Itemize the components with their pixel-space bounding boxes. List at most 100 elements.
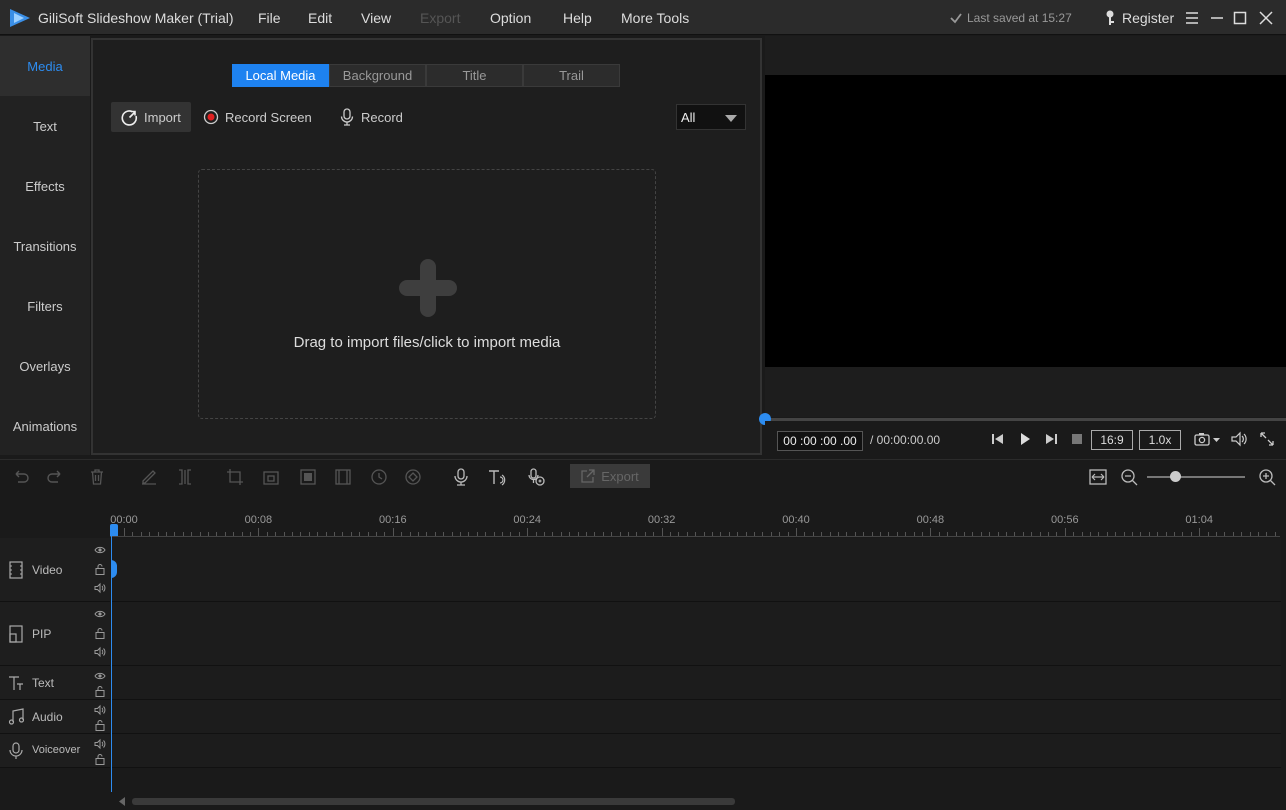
record-screen-button[interactable]: Record Screen xyxy=(203,102,312,132)
track-header-audio[interactable]: Audio xyxy=(0,700,110,734)
lock-icon[interactable] xyxy=(94,753,106,765)
sidebar-item-text[interactable]: Text xyxy=(0,96,90,156)
voiceover-record-icon[interactable] xyxy=(452,468,470,486)
speaker-icon[interactable] xyxy=(94,582,106,594)
player-controls: 00 :00 :00 .00 / 00:00:00.00 16:9 1.0x xyxy=(765,421,1286,455)
mosaic-icon[interactable] xyxy=(299,468,317,486)
zoom-out-icon[interactable] xyxy=(1120,468,1138,486)
speaker-icon[interactable] xyxy=(94,738,106,750)
next-frame-icon[interactable] xyxy=(1044,429,1058,449)
menu-file[interactable]: File xyxy=(258,10,281,26)
sidebar-item-overlays[interactable]: Overlays xyxy=(0,336,90,396)
speaker-icon[interactable] xyxy=(94,646,106,658)
track-lane-text[interactable] xyxy=(111,666,1281,700)
track-lane-pip[interactable] xyxy=(111,602,1281,666)
previous-frame-icon[interactable] xyxy=(991,429,1005,449)
sidebar-item-media[interactable]: Media xyxy=(0,36,90,96)
keyframe-icon[interactable] xyxy=(404,468,422,486)
fit-timeline-icon[interactable] xyxy=(1089,468,1107,486)
plus-icon xyxy=(399,259,457,317)
lock-icon[interactable] xyxy=(94,627,106,639)
zoom-in-icon[interactable] xyxy=(1258,468,1276,486)
import-button[interactable]: Import xyxy=(111,102,191,132)
aspect-ratio-button[interactable]: 16:9 xyxy=(1091,430,1133,450)
scrollbar-thumb[interactable] xyxy=(132,798,735,805)
volume-icon[interactable] xyxy=(1231,429,1247,449)
menu-option[interactable]: Option xyxy=(490,10,531,26)
menu-icon[interactable] xyxy=(1185,11,1199,25)
app-window: GiliSoft Slideshow Maker (Trial) File Ed… xyxy=(0,0,1286,810)
letterbox-icon[interactable] xyxy=(334,468,352,486)
media-filter-select[interactable]: All xyxy=(676,104,746,130)
menu-help[interactable]: Help xyxy=(563,10,592,26)
text-to-speech-icon[interactable] xyxy=(488,468,506,486)
eye-icon[interactable] xyxy=(94,544,106,556)
sidebar-item-transitions[interactable]: Transitions xyxy=(0,216,90,276)
lock-icon[interactable] xyxy=(94,719,106,731)
ruler-tick xyxy=(124,528,125,536)
ruler-tick xyxy=(1199,528,1201,536)
speech-to-text-icon[interactable] xyxy=(528,468,546,486)
track-header-pip[interactable]: PIP xyxy=(0,602,110,666)
fullscreen-icon[interactable] xyxy=(1259,429,1275,449)
timeline-ruler[interactable]: 00:00 00:08 00:16 00:24 00:32 00:40 00:48 00:56… xyxy=(110,510,1280,538)
track-header-text[interactable]: Text xyxy=(0,666,110,700)
tab-local-media[interactable]: Local Media xyxy=(232,64,329,87)
menu-edit[interactable]: Edit xyxy=(308,10,332,26)
undo-icon[interactable] xyxy=(12,468,30,486)
stop-icon[interactable] xyxy=(1070,429,1084,449)
play-icon[interactable] xyxy=(1018,429,1032,449)
sidebar-item-animations[interactable]: Animations xyxy=(0,396,90,456)
tab-title[interactable]: Title xyxy=(426,64,523,87)
redo-icon[interactable] xyxy=(46,468,64,486)
maximize-icon[interactable] xyxy=(1233,11,1247,25)
menu-export[interactable]: Export xyxy=(420,10,460,26)
zoom-slider-track[interactable] xyxy=(1147,476,1245,478)
close-icon[interactable] xyxy=(1259,11,1273,25)
ruler-tick-label: 00:32 xyxy=(647,514,676,526)
export-button[interactable]: Export xyxy=(570,464,650,488)
track-lane-voiceover[interactable] xyxy=(111,734,1281,768)
lock-icon[interactable] xyxy=(94,563,106,575)
ruler-tick-label: 00:16 xyxy=(379,514,407,526)
track-lane-video[interactable] xyxy=(111,538,1281,602)
eye-icon[interactable] xyxy=(94,670,106,682)
delete-icon[interactable] xyxy=(88,468,106,486)
import-dropzone[interactable]: Drag to import files/click to import med… xyxy=(198,169,656,419)
tab-trail[interactable]: Trail xyxy=(523,64,620,87)
sidebar-item-filters[interactable]: Filters xyxy=(0,276,90,336)
sidebar-nav: Media Text Effects Transitions Filters O… xyxy=(0,36,90,455)
playhead-handle[interactable] xyxy=(110,524,118,536)
speaker-icon[interactable] xyxy=(94,704,106,716)
eye-icon[interactable] xyxy=(94,608,106,620)
sidebar-item-effects[interactable]: Effects xyxy=(0,156,90,216)
chevron-down-icon xyxy=(725,115,737,122)
resize-icon[interactable] xyxy=(262,468,280,486)
ruler-tick xyxy=(796,528,797,536)
zoom-slider-handle[interactable] xyxy=(1170,471,1181,482)
scroll-left-icon[interactable] xyxy=(118,797,126,806)
split-icon[interactable] xyxy=(176,468,194,486)
import-label: Import xyxy=(144,109,181,125)
text-track-icon xyxy=(9,676,23,690)
duration-icon[interactable] xyxy=(370,468,388,486)
lock-icon[interactable] xyxy=(94,685,106,697)
edit-icon[interactable] xyxy=(140,468,158,486)
record-button[interactable]: Record xyxy=(339,102,403,132)
minimize-icon[interactable] xyxy=(1210,11,1224,25)
snapshot-icon[interactable] xyxy=(1193,429,1223,449)
key-icon[interactable] xyxy=(1104,10,1116,26)
crop-icon[interactable] xyxy=(226,468,244,486)
timecode-input[interactable]: 00 :00 :00 .00 xyxy=(777,431,863,451)
track-lane-audio[interactable] xyxy=(111,700,1281,734)
menu-view[interactable]: View xyxy=(361,10,391,26)
speed-button[interactable]: 1.0x xyxy=(1139,430,1181,450)
preview-top-bar xyxy=(765,36,1286,75)
track-header-video[interactable]: Video xyxy=(0,538,110,602)
microphone-icon xyxy=(9,742,23,759)
timeline-horizontal-scrollbar[interactable] xyxy=(0,792,1286,810)
register-link[interactable]: Register xyxy=(1122,10,1174,26)
track-header-voiceover[interactable]: Voiceover xyxy=(0,734,110,768)
tab-background[interactable]: Background xyxy=(329,64,426,87)
menu-more-tools[interactable]: More Tools xyxy=(621,10,689,26)
